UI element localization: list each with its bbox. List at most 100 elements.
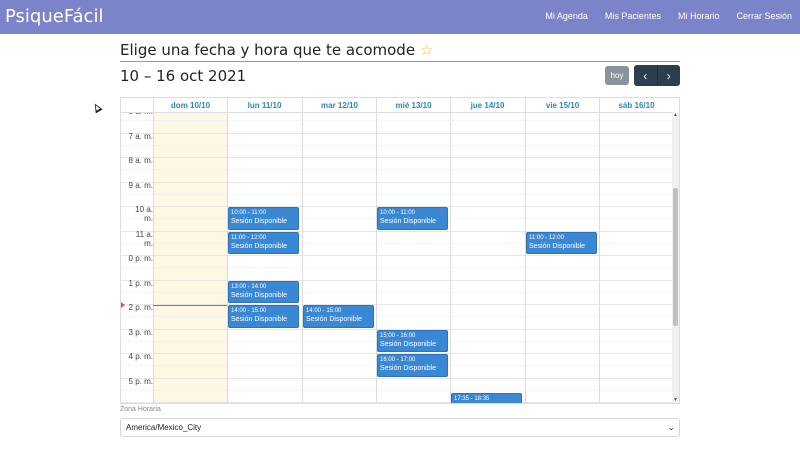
calendar-event[interactable]: 17:35 - 18:35 [451,392,522,403]
calendar-scrollbar[interactable]: ▲ ▼ [672,112,679,403]
next-week-button[interactable]: › [656,65,681,86]
calendar-event[interactable]: 11:00 - 12:00 Sesión Disponible [228,231,299,254]
week-nav-button-group: ‹ › [634,65,680,86]
page-heading: Elige una fecha y hora que te acomode ☆ [120,41,433,59]
event-title: Sesión Disponible [231,218,288,225]
time-axis-label: 3 p. m. [128,327,153,337]
date-range-title: 10 – 16 oct 2021 [120,67,247,85]
calendar-event[interactable]: 15:00 - 16:00 Sesión Disponible [377,329,448,352]
chevron-left-icon: ‹ [643,68,648,83]
event-time: 11:00 - 12:00 [529,234,564,241]
today-button[interactable]: hoy [605,66,629,85]
nav-link-mi-agenda[interactable]: Mi Agenda [545,11,588,21]
nav-link-mis-pacientes[interactable]: Mis Pacientes [605,11,661,21]
timezone-select[interactable]: America/Mexico_City ⌄ [120,418,680,437]
day-header-3: mié 13/10 [376,98,450,112]
page-heading-text: Elige una fecha y hora que te acomode [120,41,416,59]
column-divider [525,113,526,403]
event-title: Sesión Disponible [380,218,437,225]
time-axis-label: 2 p. m. [128,303,153,312]
event-title: Sesión Disponible [231,242,288,250]
event-time: 10:00 - 11:00 [231,210,266,216]
day-header-0: dom 10/10 [153,98,227,112]
time-slot-row[interactable] [121,157,673,169]
time-slot-row[interactable] [121,291,673,304]
time-slot-row[interactable] [121,144,673,157]
time-axis-label: 9 a. m. [128,180,153,190]
event-title: Sesión Disponible [529,242,586,250]
time-axis-label: 10 a. m. [135,205,153,223]
time-slot-row[interactable] [121,113,673,120]
time-axis-label: 5 p. m. [128,376,153,386]
time-slot-row[interactable] [121,169,673,181]
top-navbar: PsiqueFácil Mi Agenda Mis Pacientes Mi H… [0,0,800,34]
chevron-right-icon: › [666,68,671,83]
calendar-event[interactable]: 11:00 - 12:00 Sesión Disponible [526,231,597,254]
calendar-event[interactable]: 13:00 - 14:00 Sesión Disponible [228,280,299,303]
column-divider [599,113,600,403]
heading-divider [120,61,680,62]
chevron-down-icon: ⌄ [667,422,675,432]
time-slot-row[interactable] [121,255,673,267]
column-divider [302,113,303,403]
event-title: Sesión Disponible [380,340,437,348]
calendar-event[interactable]: 10:00 - 11:00 Sesión Disponible [228,207,299,230]
time-slot-row[interactable] [121,279,673,292]
event-time: 14:00 - 15:00 [231,308,267,314]
scrollbar-thumb[interactable] [673,188,678,326]
event-time: 10:00 - 11:00 [380,210,415,216]
mouse-pointer-icon [91,101,103,114]
event-title: Sesión Disponible [306,316,363,323]
event-time: 14:00 - 15:00 [306,308,342,314]
day-header-6: sáb 16/10 [599,98,673,112]
time-slot-row[interactable] [121,402,673,403]
time-axis-label: 4 p. m. [128,352,153,361]
calendar-event[interactable]: 14:00 - 15:00 Sesión Disponible [228,305,299,328]
time-slot-row[interactable] [121,132,673,145]
prev-week-button[interactable]: ‹ [634,65,657,86]
event-time: 15:00 - 16:00 [380,332,416,339]
time-slot-row[interactable] [121,120,673,132]
time-slot-row[interactable] [121,389,673,402]
column-divider [153,113,154,403]
event-title: Sesión Disponible [231,291,288,299]
column-divider [227,113,228,403]
event-time: 17:35 - 18:35 [454,395,490,402]
now-indicator-line [153,305,227,306]
day-header-4: jue 14/10 [450,98,524,112]
timezone-label: Zona Horaria [120,406,161,413]
week-calendar: dom 10/10 lun 11/10 mar 12/10 mié 13/10 jue … [120,97,680,404]
time-axis-label: 8 a. m. [128,156,153,165]
time-slot-row[interactable] [121,267,673,279]
nav-links: Mi Agenda Mis Pacientes Mi Horario Cerra… [545,11,792,21]
star-icon: ☆ [419,41,434,59]
calendar-event[interactable]: 14:00 - 15:00 Sesión Disponible [303,305,374,328]
brand-logo[interactable]: PsiqueFácil [5,6,103,27]
nav-link-cerrar-sesion[interactable]: Cerrar Sesión [736,11,792,21]
nav-link-mi-horario[interactable]: Mi Horario [678,11,720,21]
time-slot-row[interactable] [121,377,673,390]
time-axis-label: 0 p. m. [128,254,153,263]
scroll-up-arrow-icon[interactable]: ▲ [672,112,679,118]
day-header-1: lun 11/10 [227,98,301,112]
time-axis-label: 6 a. m. [127,113,153,116]
event-title: Sesión Disponible [231,316,288,323]
time-slot-row[interactable] [121,193,673,206]
calendar-day-header: dom 10/10 lun 11/10 mar 12/10 mié 13/10 jue … [121,98,679,113]
now-indicator-arrow-icon [121,302,125,308]
event-time: 13:00 - 14:00 [231,283,267,290]
timezone-selected-value: America/Mexico_City [126,423,202,432]
calendar-event[interactable]: 16:00 - 17:00 Sesión Disponible [377,354,448,377]
time-slot-row[interactable] [121,181,673,194]
time-axis-label: 7 a. m. [128,131,153,141]
time-slot-row[interactable] [121,316,673,328]
day-header-5: vie 15/10 [525,98,599,112]
calendar-time-grid[interactable]: 6 a. m. 7 a. m. 8 a. m. 9 a. m. 10 a. m. 11 a… [121,113,673,403]
scroll-down-arrow-icon[interactable]: ▼ [672,397,679,403]
event-title: Sesión Disponible [380,365,437,372]
day-header-2: mar 12/10 [302,98,376,112]
calendar-event[interactable]: 10:00 - 11:00 Sesión Disponible [377,207,448,230]
time-axis-label: 1 p. m. [128,278,153,288]
column-divider [450,113,451,403]
time-axis-label: 11 a. m. [135,229,153,248]
